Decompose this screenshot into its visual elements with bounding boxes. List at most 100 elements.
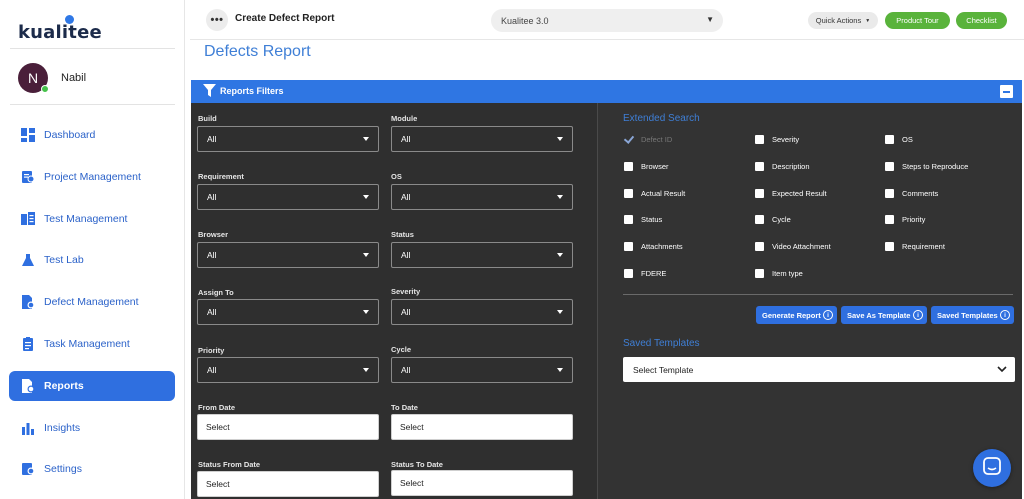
checkbox-description[interactable]: Description: [755, 162, 810, 171]
browser-select[interactable]: All: [197, 242, 379, 268]
checkbox-expected-result[interactable]: Expected Result: [755, 189, 827, 198]
sidebar-item-label: Settings: [44, 463, 82, 476]
defect-management-icon: [20, 295, 35, 310]
checkbox-label: OS: [902, 135, 913, 144]
checkbox-actual-result[interactable]: Actual Result: [624, 189, 685, 198]
chat-icon: [983, 456, 1001, 480]
module-select[interactable]: All: [391, 126, 573, 152]
checkbox-box[interactable]: [885, 189, 894, 198]
browser-label: Browser: [198, 230, 229, 239]
user-profile[interactable]: N Nabil: [18, 63, 86, 93]
generate-report-button[interactable]: Generate Report i: [756, 306, 837, 324]
button-label: Generate Report: [762, 310, 821, 320]
chat-support-button[interactable]: [973, 449, 1011, 487]
checkbox-box[interactable]: [885, 242, 894, 251]
avatar[interactable]: N: [18, 63, 49, 93]
sidebar-item-label: Reports: [44, 379, 84, 392]
checkbox-box[interactable]: [885, 215, 894, 224]
checkbox-box[interactable]: [624, 269, 633, 278]
assign-to-value: All: [207, 307, 217, 317]
build-value: All: [207, 134, 217, 144]
module-value: All: [401, 134, 411, 144]
checklist-button[interactable]: Checklist: [956, 12, 1007, 29]
button-label: Save As Template: [847, 310, 911, 320]
status-select[interactable]: All: [391, 242, 573, 268]
sidebar-item-defect-management[interactable]: Defect Management: [9, 287, 175, 317]
to-date-input[interactable]: Select: [391, 414, 573, 440]
caret-down-icon: [363, 137, 369, 141]
checkbox-cycle[interactable]: Cycle: [755, 215, 791, 224]
checkbox-attachments[interactable]: Attachments: [624, 242, 683, 251]
status-to-date-input[interactable]: Select: [391, 470, 573, 496]
checkbox-label: Description: [772, 162, 810, 171]
checkbox-box[interactable]: [755, 242, 764, 251]
checkbox-steps-to-reproduce[interactable]: Steps to Reproduce: [885, 162, 968, 171]
sidebar-item-project-management[interactable]: Project Management: [9, 162, 175, 192]
sidebar-item-reports[interactable]: Reports: [9, 370, 175, 401]
checkbox-box[interactable]: [755, 189, 764, 198]
sidebar-item-label: Insights: [44, 421, 81, 434]
severity-select[interactable]: All: [391, 299, 573, 325]
checkbox-box[interactable]: [755, 215, 764, 224]
caret-down-icon: [557, 137, 563, 141]
checkbox-box[interactable]: [755, 135, 764, 144]
from-date-input[interactable]: Select: [197, 414, 379, 440]
task-management-icon: [20, 336, 35, 351]
checkbox-status[interactable]: Status: [624, 215, 662, 224]
checkbox-box[interactable]: [755, 269, 764, 278]
kualitee-logo[interactable]: kualitee: [18, 15, 102, 43]
checkbox-box[interactable]: [755, 162, 764, 171]
checkbox-item-type[interactable]: Item type: [755, 269, 803, 278]
cycle-select[interactable]: All: [391, 357, 573, 383]
checkbox-box[interactable]: [885, 135, 894, 144]
info-icon[interactable]: i: [823, 310, 833, 320]
product-tour-button[interactable]: Product Tour: [885, 12, 950, 29]
checkbox-label: Priority: [902, 215, 926, 224]
settings-icon: [20, 462, 35, 477]
quick-actions-button[interactable]: Quick Actions ▼: [808, 12, 878, 29]
template-select[interactable]: Select Template: [623, 357, 1015, 382]
checkbox-severity[interactable]: Severity: [755, 135, 799, 144]
requirement-select[interactable]: All: [197, 184, 379, 210]
checkbox-box[interactable]: [885, 162, 894, 171]
checkbox-label: Requirement: [902, 242, 945, 251]
collapse-filters-button[interactable]: [1000, 85, 1013, 98]
module-label: Module: [391, 114, 418, 123]
checkbox-label: Video Attachment: [772, 242, 831, 251]
sidebar-item-task-management[interactable]: Task Management: [9, 329, 175, 359]
filters-panel: Build All Module All Requirement All OS …: [191, 103, 597, 499]
sidebar-item-test-lab[interactable]: Test Lab: [9, 245, 175, 275]
checkbox-fdere[interactable]: FDERE: [624, 269, 666, 278]
saved-templates-button[interactable]: Saved Templates i: [931, 306, 1014, 324]
sidebar-item-settings[interactable]: Settings: [9, 454, 175, 484]
build-select[interactable]: All: [197, 126, 379, 152]
checkbox-box[interactable]: [624, 215, 633, 224]
quick-actions-label: Quick Actions: [815, 16, 862, 25]
checkbox-label: Attachments: [641, 242, 683, 251]
checkbox-box[interactable]: [624, 242, 633, 251]
checkbox-os[interactable]: OS: [885, 135, 913, 144]
checkbox-priority[interactable]: Priority: [885, 215, 925, 224]
checkbox-comments[interactable]: Comments: [885, 189, 938, 198]
sidebar-item-insights[interactable]: Insights: [9, 413, 175, 443]
save-as-template-button[interactable]: Save As Template i: [841, 306, 927, 324]
filter-icon: [203, 84, 216, 103]
more-options-button[interactable]: •••: [206, 9, 228, 31]
priority-select[interactable]: All: [197, 357, 379, 383]
checkbox-box[interactable]: [624, 162, 633, 171]
assign-to-select[interactable]: All: [197, 299, 379, 325]
info-icon[interactable]: i: [913, 310, 923, 320]
project-select-value: Kualitee 3.0: [501, 15, 549, 26]
info-icon[interactable]: i: [1000, 310, 1010, 320]
os-select[interactable]: All: [391, 184, 573, 210]
checkbox-box[interactable]: [624, 189, 633, 198]
checkbox-requirement[interactable]: Requirement: [885, 242, 945, 251]
caret-down-icon: [557, 368, 563, 372]
extended-search-panel: Extended Search Defect ID Severity OS Br…: [597, 103, 1022, 499]
sidebar-item-test-management[interactable]: Test Management: [9, 204, 175, 234]
sidebar-item-dashboard[interactable]: Dashboard: [9, 120, 175, 150]
status-from-date-input[interactable]: Select: [197, 471, 379, 497]
checkbox-browser[interactable]: Browser: [624, 162, 669, 171]
checkbox-video-attachment[interactable]: Video Attachment: [755, 242, 831, 251]
project-select[interactable]: Kualitee 3.0 ▼: [491, 9, 723, 32]
